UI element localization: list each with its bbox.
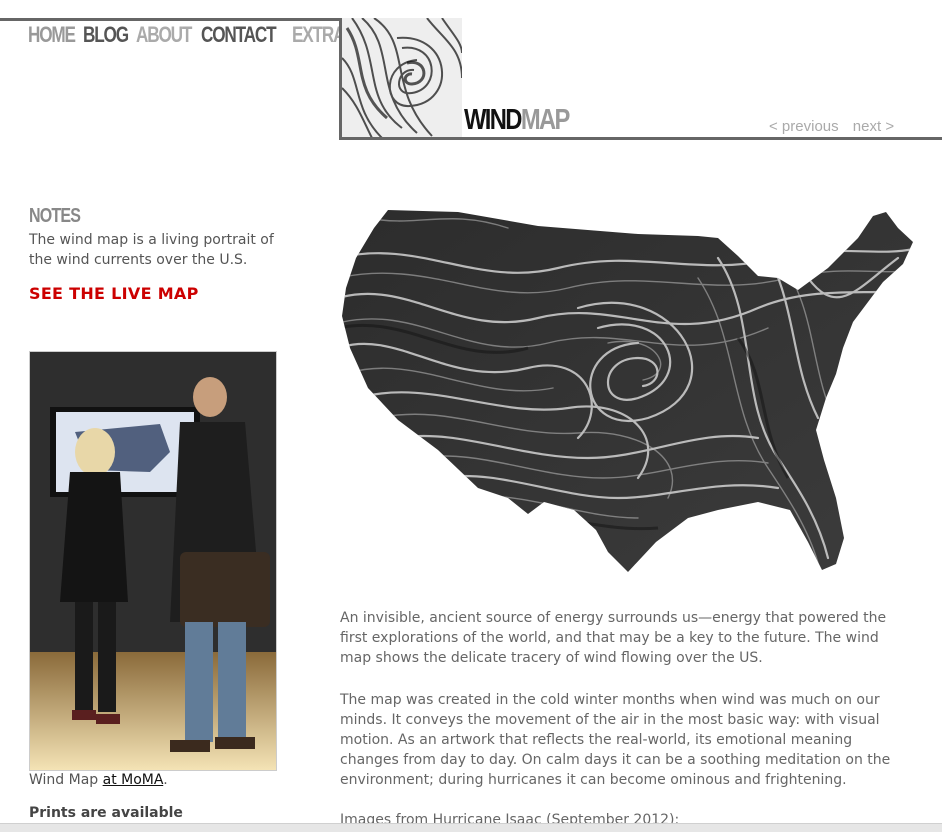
notes-text: The wind map is a living portrait of the… [29, 232, 274, 268]
notes-heading: NOTES [29, 205, 81, 227]
prints-heading: Prints are available [29, 805, 183, 821]
nav-contact[interactable]: CONTACT [201, 22, 277, 48]
description-paragraph: The map was created in the cold winter m… [340, 692, 891, 788]
pager: < previous next > [769, 118, 904, 135]
nav-about[interactable]: ABOUT [136, 22, 192, 48]
previous-link[interactable]: < previous [769, 118, 839, 135]
title-map: MAP [520, 104, 571, 136]
wind-map-thumbnail [339, 18, 462, 138]
nav-home[interactable]: HOME [28, 22, 76, 48]
moma-photo [29, 351, 277, 771]
see-live-map-link[interactable]: SEE THE LIVE MAP [29, 284, 199, 303]
nav-blog[interactable]: BLOG [83, 22, 129, 48]
caption-prefix: Wind Map [29, 772, 103, 788]
intro-paragraph: An invisible, ancient source of energy s… [340, 610, 887, 666]
photo-caption: Wind Map at MoMA. [29, 772, 168, 788]
wind-map-image [338, 198, 918, 578]
title-wind: WIND [464, 104, 522, 136]
top-nav: HOME BLOG ABOUT CONTACT EXTRA [28, 22, 345, 48]
header-bottom-rule [339, 137, 942, 140]
moma-link[interactable]: at MoMA [103, 772, 164, 788]
next-link[interactable]: next > [853, 118, 894, 135]
caption-suffix: . [163, 772, 168, 788]
page-title: WINDMAP [464, 104, 571, 137]
nav-extra[interactable]: EXTRA [292, 22, 345, 48]
